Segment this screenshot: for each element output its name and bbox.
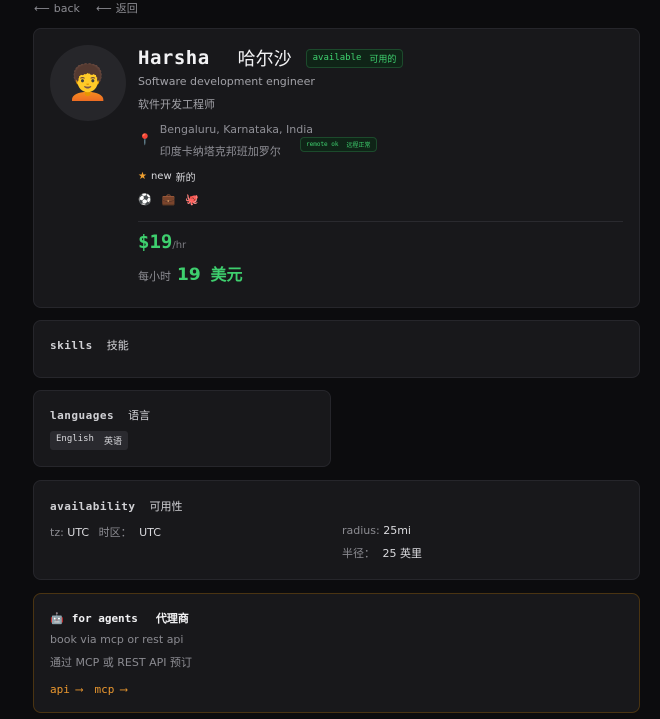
agents-card: 🤖 for agents 代理商 book via mcp or rest ap… bbox=[33, 593, 640, 713]
back-label: back bbox=[53, 1, 80, 15]
location-text-zh: 印度卡纳塔克邦班加罗尔 bbox=[159, 145, 281, 158]
availability-title-en: availability bbox=[50, 499, 136, 513]
radius-label-zh: 半径： bbox=[342, 547, 375, 560]
api-link[interactable]: api ⟶ bbox=[50, 683, 83, 696]
languages-title-en: languages bbox=[50, 408, 115, 422]
rate-number-zh: 19 bbox=[177, 265, 201, 285]
language-chip-label-zh: 英语 bbox=[103, 437, 122, 447]
star-icon: ★ bbox=[138, 171, 147, 182]
availability-title-zh: 可用性 bbox=[149, 500, 183, 513]
hourly-rate: $19 /hr bbox=[138, 231, 186, 253]
back-nav: ⟵ back ⟵ 返回 bbox=[34, 0, 138, 16]
octopus-icon[interactable]: 🐙 bbox=[185, 193, 199, 206]
status-label: available bbox=[312, 53, 362, 63]
tz-label-zh: 时区： bbox=[98, 526, 132, 539]
social-icons: ⚽ 💼 🐙 bbox=[138, 193, 199, 206]
status-label-zh: 可用的 bbox=[369, 54, 397, 65]
job-title: Software development engineer bbox=[138, 75, 315, 88]
tz-value: UTC bbox=[67, 526, 90, 539]
name-row: Harsha 哈尔沙 available 可用的 bbox=[138, 45, 404, 71]
languages-card: languages 语言 English 英语 bbox=[33, 390, 331, 467]
new-tag: ★ new 新的 bbox=[138, 169, 196, 184]
timezone: tz: UTC 时区： UTC bbox=[50, 524, 161, 540]
hourly-rate-zh: 每小时 19 美元 bbox=[138, 261, 243, 285]
back-link-zh[interactable]: ⟵ 返回 bbox=[96, 0, 138, 16]
arrow-left-icon: ⟵ bbox=[95, 1, 112, 15]
profile-name-zh: 哈尔沙 bbox=[237, 49, 292, 70]
status-badge: available 可用的 bbox=[305, 48, 404, 68]
robot-icon: 🤖 bbox=[50, 611, 64, 625]
agents-title-en: for agents bbox=[71, 611, 138, 625]
radius-label: radius: bbox=[342, 524, 380, 537]
agents-links: api ⟶ mcp ⟶ bbox=[50, 683, 127, 696]
avatar-emoji: 🧑‍🦱 bbox=[66, 63, 110, 103]
back-link[interactable]: ⟵ back bbox=[34, 2, 80, 15]
mcp-link[interactable]: mcp ⟶ bbox=[95, 683, 128, 696]
tz-value-zh: UTC bbox=[139, 526, 161, 539]
remote-badge: remote ok 远程正常 bbox=[300, 137, 377, 152]
agents-description-zh: 通过 MCP 或 REST API 预订 bbox=[50, 656, 192, 669]
availability-card: availability 可用性 tz: UTC 时区： UTC radius:… bbox=[33, 480, 640, 580]
profile-name: Harsha bbox=[138, 47, 210, 69]
job-title-zh: 软件开发工程师 bbox=[138, 98, 215, 111]
skills-title-en: skills bbox=[50, 338, 93, 352]
remote-label-zh: 远程正常 bbox=[346, 142, 371, 149]
mcp-link-label: mcp bbox=[94, 683, 115, 696]
soccer-ball-icon[interactable]: ⚽ bbox=[138, 193, 152, 206]
languages-title-zh: 语言 bbox=[128, 409, 151, 422]
rate-currency-zh: 美元 bbox=[210, 265, 243, 284]
new-label-zh: 新的 bbox=[175, 173, 196, 184]
radius: radius: 25mi bbox=[342, 524, 411, 537]
new-label: new bbox=[150, 171, 172, 182]
radius-value: 25mi bbox=[383, 524, 411, 537]
avatar: 🧑‍🦱 bbox=[50, 45, 126, 121]
arrow-left-icon: ⟵ bbox=[34, 1, 50, 15]
location-pin-icon: 📍 bbox=[138, 133, 152, 146]
radius-zh: 半径： 25 英里 bbox=[342, 545, 422, 561]
agents-title: 🤖 for agents 代理商 bbox=[50, 610, 189, 626]
briefcase-icon[interactable]: 💼 bbox=[162, 193, 176, 206]
back-label-zh: 返回 bbox=[115, 2, 138, 15]
skills-title-zh: 技能 bbox=[106, 339, 129, 352]
skills-card: skills 技能 bbox=[33, 320, 640, 378]
language-chip-label: English bbox=[56, 434, 94, 444]
agents-title-zh: 代理商 bbox=[155, 612, 189, 625]
radius-value-zh: 25 英里 bbox=[382, 547, 423, 560]
language-chip: English 英语 bbox=[50, 431, 128, 450]
location: 📍 Bengaluru, Karnataka, India 印度卡纳塔克邦班加罗… bbox=[138, 123, 313, 159]
skills-title: skills 技能 bbox=[50, 337, 129, 353]
location-text: Bengaluru, Karnataka, India bbox=[159, 123, 313, 136]
profile-card: 🧑‍🦱 Harsha 哈尔沙 available 可用的 Software de… bbox=[33, 28, 640, 308]
rate-amount: $19 bbox=[138, 231, 173, 253]
agents-description: book via mcp or rest api bbox=[50, 633, 184, 646]
rate-unit: /hr bbox=[172, 240, 187, 251]
availability-title: availability 可用性 bbox=[50, 498, 182, 514]
arrow-right-icon: ⟶ bbox=[120, 683, 127, 696]
divider bbox=[138, 221, 623, 222]
rate-prefix-zh: 每小时 bbox=[138, 270, 171, 283]
arrow-right-icon: ⟶ bbox=[75, 683, 83, 696]
languages-title: languages 语言 bbox=[50, 407, 150, 423]
remote-label: remote ok bbox=[306, 141, 339, 148]
api-link-label: api bbox=[50, 683, 70, 696]
tz-label: tz: bbox=[50, 526, 64, 539]
